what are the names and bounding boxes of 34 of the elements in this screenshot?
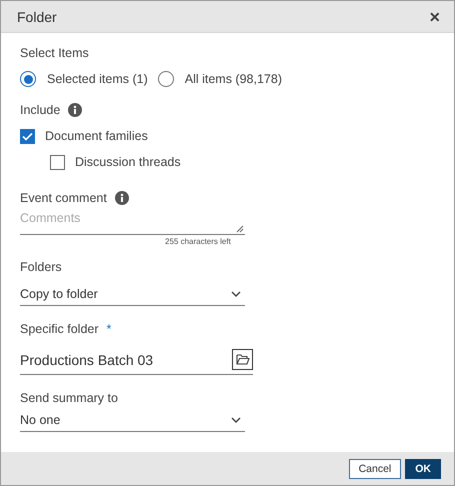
cancel-button[interactable]: Cancel	[348, 458, 402, 478]
ok-button[interactable]: OK	[405, 458, 441, 478]
dropdown-value: Copy to folder	[20, 286, 98, 300]
folders-dropdown[interactable]: Copy to folder	[20, 282, 245, 306]
required-mark: *	[106, 322, 112, 336]
folder-field[interactable]: Productions Batch 03	[20, 345, 253, 375]
radio-label: Selected items (1)	[47, 72, 148, 86]
resize-grip-icon	[236, 225, 244, 233]
section-label: Select Items	[20, 46, 89, 60]
chevron-down-icon	[231, 416, 241, 422]
field-label: Folders	[20, 260, 62, 274]
checkbox[interactable]	[50, 154, 65, 170]
dropdown-value: No one	[20, 412, 60, 426]
radio-label: All items (98,178)	[184, 72, 282, 86]
field-label: Specific folder	[20, 322, 99, 336]
info-icon	[114, 191, 129, 205]
field-label: Send summary to	[20, 391, 118, 405]
checkbox[interactable]	[20, 128, 35, 144]
folder-icon	[236, 354, 250, 365]
browse-folder-button[interactable]	[232, 349, 253, 370]
radio-button[interactable]	[20, 71, 36, 87]
info-icon	[68, 103, 82, 117]
summary-dropdown[interactable]: No one	[20, 408, 245, 432]
chevron-down-icon	[231, 290, 241, 296]
field-label: Event comment	[20, 191, 107, 205]
checkbox-label: Discussion threads	[75, 155, 181, 169]
radio-button[interactable]	[158, 71, 174, 87]
section-label: Include	[20, 103, 60, 117]
comment-field[interactable]: Comments	[20, 211, 245, 235]
character-counter: 255 characters left	[165, 237, 231, 246]
checkbox-label: Document families	[45, 129, 148, 143]
close-button[interactable]: ×	[429, 8, 440, 26]
dialog-title: Folder	[17, 8, 57, 24]
field-value: Productions Batch 03	[20, 352, 154, 368]
